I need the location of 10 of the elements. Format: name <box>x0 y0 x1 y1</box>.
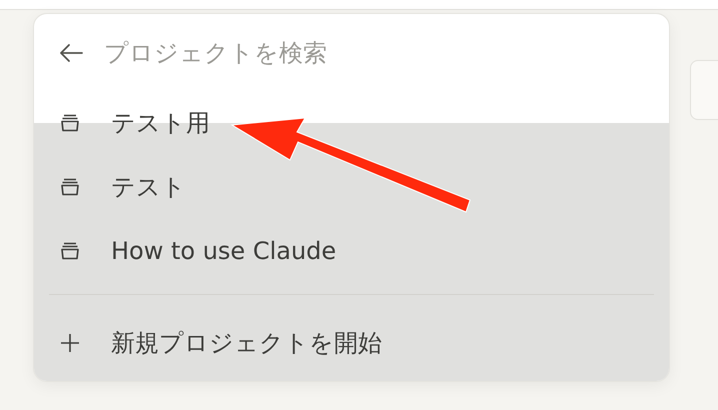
folder-icon <box>59 112 81 134</box>
search-field[interactable]: プロジェクトを検索 <box>104 34 584 70</box>
project-item[interactable]: How to use Claude <box>34 219 669 283</box>
new-project-item[interactable]: 新規プロジェクトを開始 <box>34 305 669 381</box>
project-item[interactable]: テスト <box>34 155 669 219</box>
folder-icon <box>59 240 81 262</box>
back-arrow-icon[interactable] <box>58 42 84 62</box>
plus-icon <box>59 332 81 354</box>
project-item[interactable]: テスト用 <box>34 91 669 155</box>
folder-icon <box>59 176 81 198</box>
